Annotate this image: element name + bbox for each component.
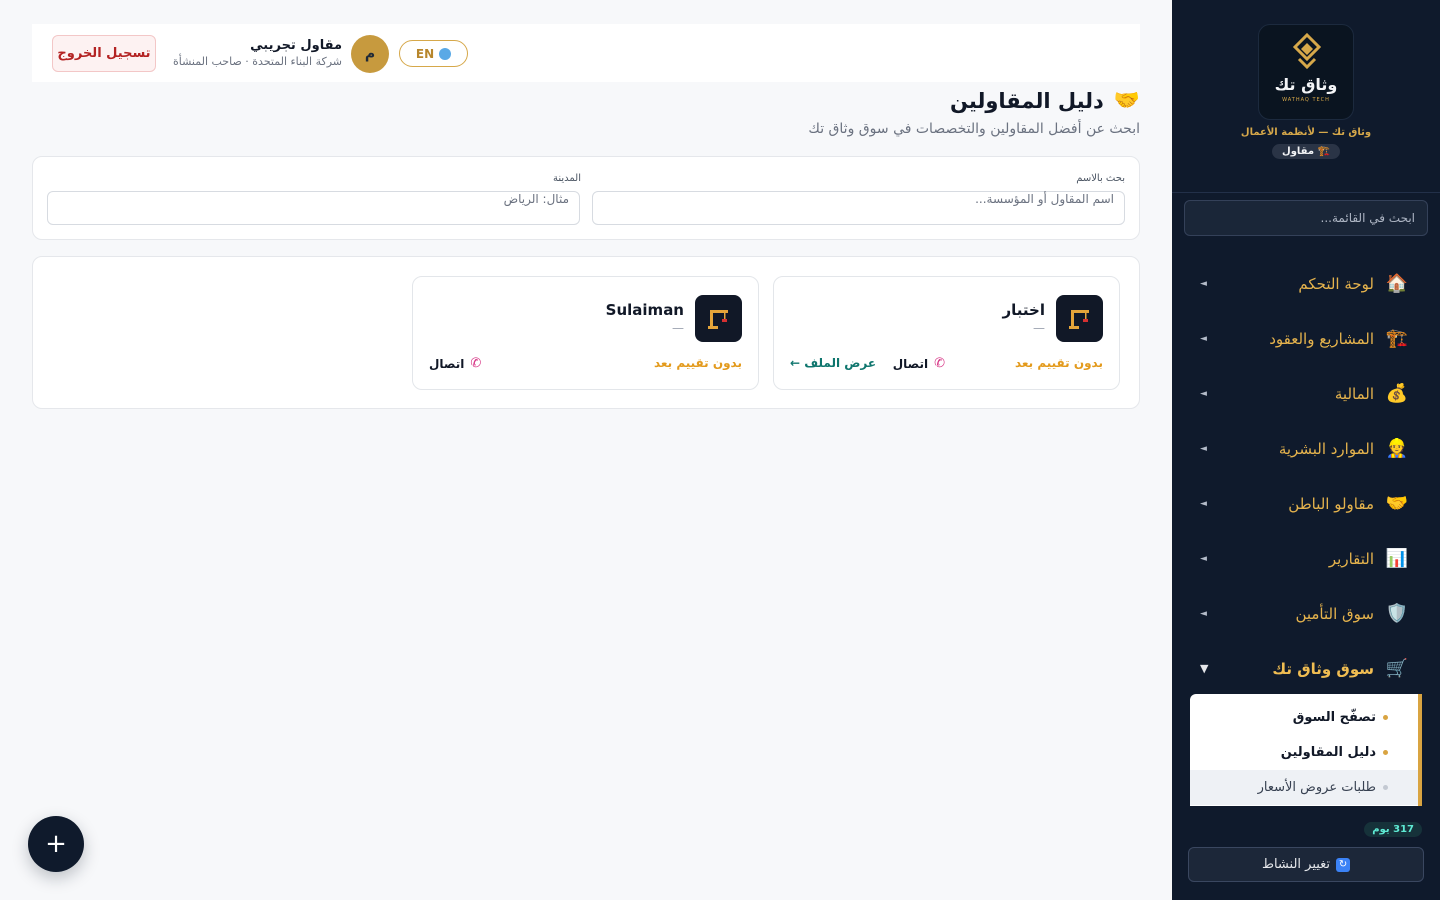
bullet-dot-icon: [1383, 750, 1388, 755]
handshake-icon: 🤝: [1113, 88, 1140, 112]
sidebar-item-label: المالية: [1334, 384, 1374, 403]
refresh-icon: ↻: [1336, 857, 1351, 872]
sidebar-item-subcontractors[interactable]: 🤝 مقاولو الباطن ◄: [1172, 476, 1440, 531]
logo-subtext: WATHAQ TECH: [1282, 97, 1330, 103]
add-fab-button[interactable]: +: [28, 816, 84, 872]
submenu-item-label: طلبات عروض الأسعار: [1257, 780, 1376, 795]
sidebar-item-label: لوحة التحكم: [1298, 274, 1374, 293]
page-title-text: دليل المقاولين: [949, 88, 1104, 113]
sidebar-item-label: مقاولو الباطن: [1288, 494, 1374, 513]
sidebar-item-reports[interactable]: 📊 التقارير ◄: [1172, 531, 1440, 586]
name-search-input[interactable]: اسم المقاول أو المؤسسة...: [592, 191, 1125, 225]
sidebar-item-projects[interactable]: 🏗️ المشاريع والعقود ◄: [1172, 311, 1440, 366]
brand-logo[interactable]: وثاق تك WATHAQ TECH: [1258, 24, 1354, 120]
page-subtitle: ابحث عن أفضل المقاولين والتخصصات في سوق …: [808, 121, 1140, 137]
contractor-card[interactable]: اختبار — بدون تقييم بعد ✆ اتصال عرض المل…: [773, 276, 1120, 390]
sidebar-item-marketplace[interactable]: 🛒 سوق وثاق تك ▼: [1172, 641, 1440, 696]
caret-down-icon: ▼: [1200, 662, 1209, 675]
sidebar-item-label: التقارير: [1328, 549, 1374, 568]
contractor-rating: بدون تقييم بعد: [1014, 356, 1103, 370]
crane-icon: 🏗️: [1385, 328, 1409, 349]
sidebar-item-dashboard[interactable]: 🏠 لوحة التحكم ◄: [1172, 256, 1440, 311]
sidebar-brand: وثاق تك WATHAQ TECH وثاق تك — لأنظمة الأ…: [1172, 0, 1440, 193]
sidebar-item-label: الموارد البشرية: [1278, 439, 1374, 458]
marketplace-submenu: تصفّح السوق دليل المقاولين طلبات عروض ال…: [1190, 694, 1422, 806]
handshake-icon: 🤝: [1385, 493, 1409, 514]
sidebar: وثاق تك WATHAQ TECH وثاق تك — لأنظمة الأ…: [1172, 0, 1440, 900]
contact-label: اتصال: [429, 356, 465, 371]
user-info: مقاول تجريبي شركة البناء المتحدة · صاحب …: [173, 38, 342, 68]
bar-chart-icon: 📊: [1385, 548, 1409, 569]
logo-text: وثاق تك: [1274, 75, 1338, 94]
submenu-item-quote-requests[interactable]: طلبات عروض الأسعار: [1190, 770, 1418, 805]
sidebar-search-input[interactable]: ابحث في القائمة...: [1184, 200, 1428, 236]
contractor-logo-crane-icon: [695, 295, 742, 342]
submenu-item-contractor-directory[interactable]: دليل المقاولين: [1190, 735, 1418, 770]
city-label: المدينة: [552, 173, 581, 184]
sidebar-item-finance[interactable]: 💰 المالية ◄: [1172, 366, 1440, 421]
shield-icon: 🛡️: [1385, 603, 1409, 624]
language-label: EN: [415, 46, 435, 61]
user-organization: شركة البناء المتحدة · صاحب المنشأة: [172, 55, 342, 68]
contact-button[interactable]: ✆ اتصال: [893, 356, 945, 371]
subscription-days-badge: 317 يوم: [1364, 822, 1422, 837]
submenu-item-label: دليل المقاولين: [1280, 745, 1376, 760]
sidebar-item-hr[interactable]: 👷 الموارد البشرية ◄: [1172, 421, 1440, 476]
contractor-results: اختبار — بدون تقييم بعد ✆ اتصال عرض المل…: [32, 256, 1140, 409]
contractor-specialty: —: [1033, 321, 1045, 335]
bullet-dot-icon: [1383, 715, 1388, 720]
logo-mark-icon: [1292, 33, 1322, 70]
top-header: تسجيل الخروج EN م مقاول تجريبي شركة البن…: [32, 24, 1140, 82]
cart-icon: 🛒: [1385, 658, 1409, 679]
caret-left-icon: ◄: [1200, 278, 1207, 289]
phone-icon: ✆: [470, 356, 482, 371]
contact-label: اتصال: [892, 356, 929, 371]
user-avatar[interactable]: م: [351, 35, 389, 73]
home-icon: 🏠: [1385, 273, 1409, 294]
switch-activity-button[interactable]: ↻ تغيير النشاط: [1188, 847, 1424, 882]
contractor-specialty: —: [672, 321, 684, 335]
caret-left-icon: ◄: [1200, 498, 1207, 509]
contractor-card[interactable]: Sulaiman — بدون تقييم بعد ✆ اتصال: [412, 276, 759, 390]
contractor-logo-crane-icon: [1056, 295, 1103, 342]
sidebar-item-label: سوق وثاق تك: [1272, 659, 1374, 678]
contractor-name: Sulaiman: [605, 301, 684, 319]
sidebar-item-label: سوق التأمين: [1295, 604, 1374, 623]
sidebar-item-label: المشاريع والعقود: [1269, 329, 1374, 348]
phone-icon: ✆: [934, 356, 945, 371]
bullet-dot-icon: [1383, 785, 1388, 790]
view-profile-link[interactable]: عرض الملف ←: [790, 356, 876, 370]
name-search-label: بحث بالاسم: [1076, 173, 1125, 184]
page-title: 🤝 دليل المقاولين: [950, 88, 1140, 113]
user-name: مقاول تجريبي: [250, 38, 342, 53]
sidebar-nav: 🏠 لوحة التحكم ◄ 🏗️ المشاريع والعقود ◄ 💰 …: [1172, 256, 1440, 696]
logout-button[interactable]: تسجيل الخروج: [52, 35, 156, 72]
filter-card: بحث بالاسم اسم المقاول أو المؤسسة... الم…: [32, 156, 1140, 240]
caret-left-icon: ◄: [1200, 333, 1207, 344]
caret-left-icon: ◄: [1200, 388, 1207, 399]
caret-left-icon: ◄: [1200, 553, 1207, 564]
switch-activity-label: تغيير النشاط: [1261, 857, 1331, 872]
role-badge: 🏗️ مقاول: [1272, 144, 1340, 159]
globe-icon: [439, 47, 452, 60]
caret-left-icon: ◄: [1200, 608, 1207, 619]
money-bag-icon: 💰: [1385, 383, 1409, 404]
submenu-item-label: تصفّح السوق: [1292, 710, 1376, 725]
contractor-name: اختبار: [1002, 301, 1045, 319]
caret-left-icon: ◄: [1200, 443, 1207, 454]
brand-tagline: وثاق تك — لأنظمة الأعمال: [1240, 127, 1372, 138]
worker-icon: 👷: [1385, 438, 1409, 459]
sidebar-item-insurance[interactable]: 🛡️ سوق التأمين ◄: [1172, 586, 1440, 641]
language-toggle-button[interactable]: EN: [399, 40, 468, 67]
contractor-rating: بدون تقييم بعد: [653, 356, 742, 370]
contact-button[interactable]: ✆ اتصال: [429, 356, 481, 371]
city-input[interactable]: مثال: الرياض: [47, 191, 580, 225]
submenu-item-browse-market[interactable]: تصفّح السوق: [1190, 700, 1418, 735]
